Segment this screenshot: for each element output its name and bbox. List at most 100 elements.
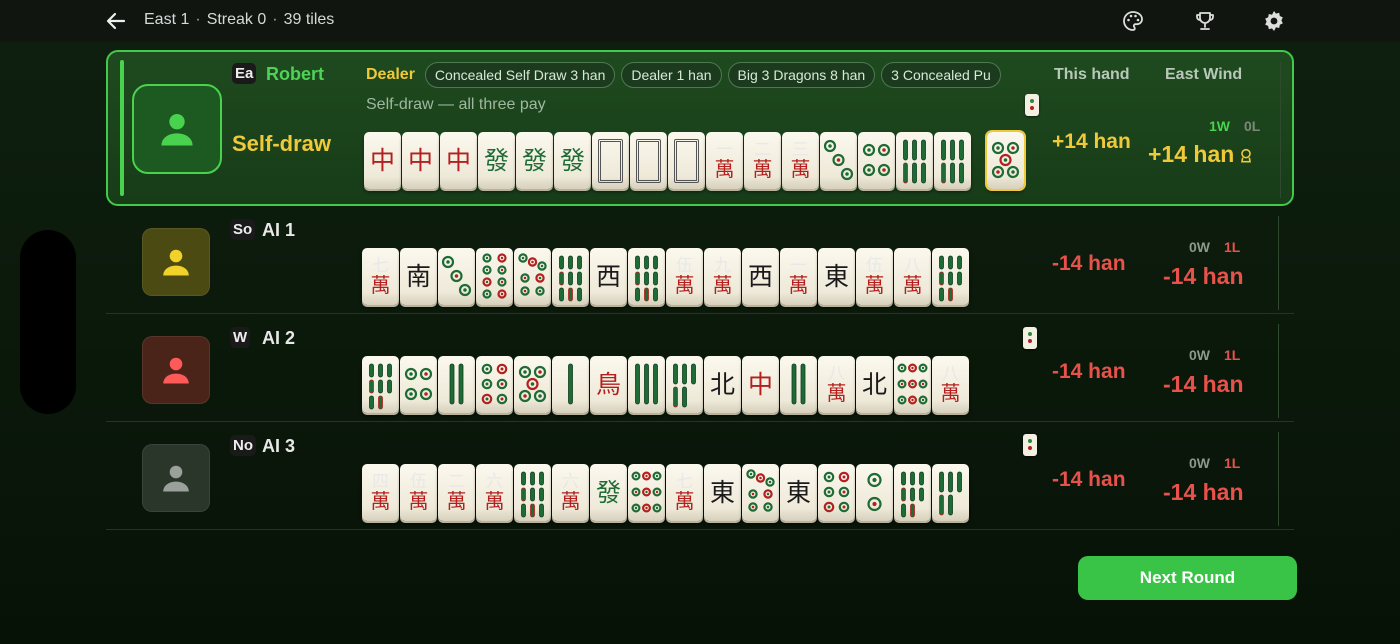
wins-count: 1W xyxy=(1209,118,1230,134)
avatar xyxy=(142,444,210,512)
player-name: AI 2 xyxy=(262,328,296,348)
8-bamboo-tile xyxy=(932,248,969,305)
total-value: -14 han xyxy=(1163,371,1244,397)
avatar xyxy=(132,84,222,174)
total-value: -14 han xyxy=(1163,479,1244,505)
seat-badge: Ea xyxy=(232,63,257,84)
divider xyxy=(1280,62,1281,198)
yaku-list[interactable]: Dealer Concealed Self Draw 3 han Dealer … xyxy=(366,62,1040,88)
east-wind-header: East Wind xyxy=(1165,66,1243,83)
8-wan-tile: 八萬 xyxy=(932,356,969,413)
win-loss-record: 0W 1L xyxy=(1189,455,1240,471)
mini-tile-icon xyxy=(1023,434,1037,456)
total-score: -14 han xyxy=(1163,479,1244,506)
3-wan-tile: 三萬 xyxy=(782,132,819,189)
hand-tiles: 中中中發發發一萬二萬三萬 xyxy=(364,132,971,190)
trophy-icon[interactable] xyxy=(1193,9,1217,33)
win-loss-record: 1W 0L xyxy=(1209,118,1260,134)
person-icon xyxy=(163,357,189,384)
8-dot-tile xyxy=(476,248,513,305)
divider xyxy=(1278,432,1279,526)
red-dragon-tile: 中 xyxy=(402,132,439,189)
east-wind-tile: 東 xyxy=(704,464,741,521)
3-dot-tile xyxy=(438,248,475,305)
win-status: Self-draw xyxy=(232,131,332,156)
seat-badge: W xyxy=(230,327,251,348)
red-dragon-tile: 中 xyxy=(364,132,401,189)
9-dot-tile xyxy=(894,356,931,413)
east-wind-tile: 東 xyxy=(818,248,855,305)
9-bamboo-tile xyxy=(552,248,589,305)
8-wan-tile: 八萬 xyxy=(894,248,931,305)
divider xyxy=(1278,324,1279,418)
9-wan-tile: 九萬 xyxy=(704,248,741,305)
back-arrow-icon[interactable] xyxy=(104,9,128,33)
white-dragon-tile xyxy=(592,132,629,189)
separator: · xyxy=(195,11,201,28)
losses-count: 0L xyxy=(1244,118,1261,134)
4-dot-tile xyxy=(400,356,437,413)
red-dragon-tile: 中 xyxy=(742,356,779,413)
7-dot-tile xyxy=(742,464,779,521)
hand-value: -14 han xyxy=(1052,360,1126,383)
7-wan-tile: 七萬 xyxy=(362,248,399,305)
6-bamboo-tile xyxy=(896,132,933,189)
yaku-chip: Dealer 1 han xyxy=(621,62,722,88)
9-bamboo-tile xyxy=(628,248,665,305)
wins-count: 0W xyxy=(1189,239,1210,255)
palette-icon[interactable] xyxy=(1121,9,1145,33)
3-dot-tile xyxy=(820,132,857,189)
green-dragon-tile: 發 xyxy=(478,132,515,189)
total-score: -14 han xyxy=(1163,371,1244,398)
total-score: -14 han xyxy=(1163,263,1244,290)
total-value: +14 han xyxy=(1148,141,1235,167)
white-dragon-tile xyxy=(630,132,667,189)
green-dragon-tile: 發 xyxy=(554,132,591,189)
divider xyxy=(1278,216,1279,310)
round-label: East 1 xyxy=(144,11,190,28)
tiles-left-label: 39 tiles xyxy=(283,11,335,28)
person-icon xyxy=(163,249,189,276)
player-name: AI 3 xyxy=(262,436,296,456)
5-wan-tile: 伍萬 xyxy=(856,248,893,305)
winning-tile xyxy=(987,132,1024,189)
1-bamboo-bird-tile: 鳥 xyxy=(590,356,627,413)
dealer-tag: Dealer xyxy=(366,66,415,83)
1-wan-tile: 一萬 xyxy=(780,248,817,305)
round-info: East 1 · Streak 0 · 39 tiles xyxy=(144,11,334,29)
next-round-button[interactable]: Next Round xyxy=(1078,556,1297,600)
person-icon xyxy=(161,113,193,146)
white-dragon-tile xyxy=(668,132,705,189)
player-name: Robert xyxy=(266,64,324,84)
wins-count: 0W xyxy=(1189,455,1210,471)
win-loss-record: 0W 1L xyxy=(1189,347,1240,363)
6-bamboo-tile xyxy=(934,132,971,189)
green-dragon-tile: 發 xyxy=(590,464,627,521)
win-loss-record: 0W 1L xyxy=(1189,239,1240,255)
6-dot-tile xyxy=(818,464,855,521)
5-bamboo-tile xyxy=(666,356,703,413)
8-bamboo-tile xyxy=(362,356,399,413)
top-bar: East 1 · Streak 0 · 39 tiles xyxy=(0,0,1400,42)
2-wan-tile: 二萬 xyxy=(744,132,781,189)
player-row-robert: Ea Robert Self-draw Dealer Concealed Sel… xyxy=(106,50,1294,206)
6-dot-tile xyxy=(476,356,513,413)
gear-icon[interactable] xyxy=(1262,9,1286,33)
player-name: AI 1 xyxy=(262,220,296,240)
green-dragon-tile: 發 xyxy=(516,132,553,189)
7-dot-tile xyxy=(514,248,551,305)
mini-tile-icon xyxy=(1023,327,1037,349)
west-wind-tile: 西 xyxy=(742,248,779,305)
seat-badge: No xyxy=(230,435,256,456)
yaku-chip: 3 Concealed Pu xyxy=(881,62,1001,88)
9-bamboo-tile xyxy=(514,464,551,521)
losses-count: 1L xyxy=(1224,347,1241,363)
mini-tile-icon xyxy=(1025,94,1039,116)
8-wan-tile: 八萬 xyxy=(818,356,855,413)
total-score: +14 han xyxy=(1148,141,1254,168)
6-wan-tile: 六萬 xyxy=(552,464,589,521)
2-dot-tile xyxy=(856,464,893,521)
hand-value: -14 han xyxy=(1052,468,1126,491)
hand-tiles: 七萬南西伍萬九萬西一萬東伍萬八萬 xyxy=(362,248,969,306)
4-wan-tile: 四萬 xyxy=(362,464,399,521)
